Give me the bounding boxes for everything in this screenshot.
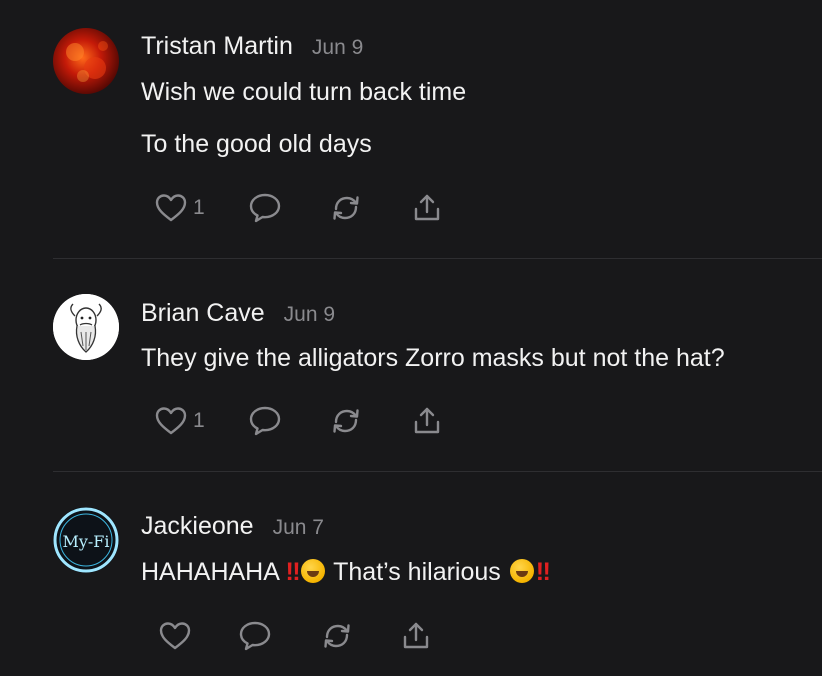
reply-button[interactable]	[248, 191, 282, 225]
restack-icon	[333, 409, 359, 433]
share-icon	[403, 622, 429, 649]
comment-date[interactable]: Jun 9	[312, 36, 363, 60]
avatar-logo-text: My-Fi	[62, 532, 109, 551]
comment-bubble-icon	[249, 406, 281, 436]
comment-text-line: HAHAHAHA ‼ That’s hilarious ‼	[141, 558, 551, 587]
author-name[interactable]: Jackieone	[141, 512, 254, 541]
rolling-laughing-emoji-icon	[509, 559, 534, 583]
share-button[interactable]	[410, 191, 444, 225]
comment-text-part: That’s hilarious	[333, 558, 501, 586]
comment-bubble-icon	[249, 193, 281, 223]
comment-item: Tristan Martin Jun 9 Wish we could turn …	[0, 0, 822, 258]
share-icon	[414, 194, 440, 221]
like-button[interactable]: 1	[154, 404, 205, 438]
heart-icon	[155, 407, 187, 435]
comment-item: My-Fi Jackieone Jun 7 HAHAHAHA ‼ That’s …	[0, 472, 822, 676]
avatar-brian-cave[interactable]	[53, 294, 119, 360]
like-count: 1	[193, 196, 205, 219]
author-name[interactable]: Brian Cave	[141, 299, 265, 328]
like-button[interactable]	[158, 619, 192, 653]
comment-date[interactable]: Jun 9	[284, 303, 335, 327]
comment-item: Brian Cave Jun 9 They give the alligator…	[0, 259, 822, 471]
share-button[interactable]	[410, 404, 444, 438]
like-count: 1	[193, 409, 205, 432]
share-icon	[414, 407, 440, 434]
comment-text-line: To the good old days	[141, 130, 372, 158]
like-button[interactable]: 1	[154, 191, 205, 225]
share-button[interactable]	[399, 619, 433, 653]
comment-text-line: They give the alligators Zorro masks but…	[141, 344, 725, 372]
restack-icon	[333, 196, 359, 220]
avatar-jackieone[interactable]: My-Fi	[53, 507, 119, 573]
restack-button[interactable]	[320, 619, 354, 653]
restack-button[interactable]	[329, 404, 363, 438]
restack-icon	[324, 624, 350, 648]
double-exclamation-icon: ‼	[285, 558, 301, 586]
reply-button[interactable]	[238, 619, 272, 653]
reply-button[interactable]	[248, 404, 282, 438]
comment-text-part: HAHAHAHA	[141, 558, 279, 586]
author-name[interactable]: Tristan Martin	[141, 32, 293, 61]
comment-bubble-icon	[239, 621, 271, 651]
restack-button[interactable]	[329, 191, 363, 225]
comment-text-line: Wish we could turn back time	[141, 78, 467, 106]
heart-icon	[159, 622, 191, 650]
rolling-laughing-emoji-icon	[300, 559, 325, 583]
double-exclamation-icon: ‼	[535, 558, 551, 586]
comment-date[interactable]: Jun 7	[273, 516, 324, 540]
avatar-tristan-martin[interactable]	[53, 28, 119, 94]
heart-icon	[155, 194, 187, 222]
